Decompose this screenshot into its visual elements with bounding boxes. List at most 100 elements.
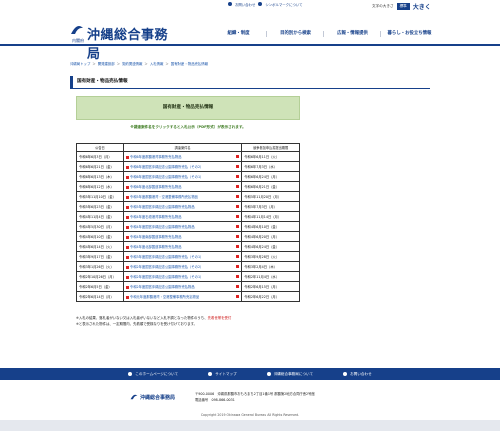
bullet-icon	[125, 255, 129, 259]
item-name-cell: 令和6年度国営沖縄記念公園事務所売払（その1）	[122, 171, 243, 182]
breadcrumb-top[interactable]: 沖縄局トップ	[70, 61, 90, 66]
font-large-button[interactable]: 大きく	[413, 2, 431, 11]
footer-link-label: このホームページについて	[135, 371, 179, 376]
deadline-date: 令和4年6月20日（月）	[241, 231, 300, 242]
item-name-link[interactable]: 令和6年度北部国道事務所売払物品	[130, 185, 182, 189]
pdf-icon	[236, 185, 240, 188]
table-row: 令和4年6月14日（火） 令和4年度北部国道事務所売払物品 令和4年6月24日（金）	[76, 241, 300, 252]
footer-link-inquiry[interactable]: お問い合わせ	[343, 372, 372, 377]
utility-links: お問い合わせ シンボルマークについて	[228, 2, 303, 7]
footer-address-block: 〒900-0006 沖縄県那覇市おもろまち2丁目1番1号 那覇第2地方合同庁舎2…	[195, 392, 315, 403]
item-name-link[interactable]: 令和3年度国営沖縄記念公園事務所売払（その1）	[130, 255, 203, 259]
footer-link-about-bureau[interactable]: 沖縄総合事務局について	[266, 372, 313, 377]
item-name-cell: 令和2年度国営沖縄記念公園事務所売払（その1）	[122, 271, 243, 282]
gnav-search-by-purpose[interactable]: 目的別から検索	[267, 29, 324, 39]
table-row: 令和3年9月17日（金） 令和3年度国営沖縄記念公園事務所売払（その1） 令和3年9…	[76, 251, 300, 262]
item-name-link[interactable]: 令和4年度石垣港湾事務所売払物品	[130, 215, 182, 219]
item-name-cell: 令和6年度那覇港湾事務所売払物品	[122, 151, 243, 162]
breadcrumb-dev[interactable]: 開発建設部	[98, 61, 115, 66]
gnav-public-relations[interactable]: 広報・情報提供	[324, 29, 381, 39]
table-row: 令和4年11月4日（金） 令和4年度石垣港湾事務所売払物品 令和4年11月14日（月…	[76, 211, 300, 222]
gnav-organization[interactable]: 組織・制度	[210, 29, 267, 39]
pdf-icon	[236, 155, 240, 158]
deadline-date: 令和6年6月24日（月）	[241, 171, 300, 182]
bullet-icon	[125, 165, 129, 169]
item-name-link[interactable]: 令和2年度国営沖縄記念公園事務所売払物品	[130, 285, 195, 289]
notice-date: 令和6年6月3日（月）	[76, 151, 124, 162]
font-standard-button[interactable]: 標準	[396, 3, 410, 10]
item-name-cell: 令和4年度国営沖縄記念公園事務所売払物品	[122, 221, 243, 232]
item-name-cell: 令和6年度国営沖縄記念公園事務所売払（その2）	[122, 161, 243, 172]
table-row: 令和6年6月13日（木） 令和6年度国営沖縄記念公園事務所売払（その1） 令和6年6…	[76, 171, 300, 182]
table-row: 令和3年1月26日（火） 令和2年度国営沖縄記念公園事務所売払（その2） 令和3年2…	[76, 261, 300, 272]
table-row: 令和2年6月5日（金） 令和2年度国営沖縄記念公園事務所売払物品 令和2年6月15日…	[76, 281, 300, 292]
footer-bottom-band	[0, 420, 500, 431]
notice-date: 令和4年5月30日（月）	[76, 221, 124, 232]
deadline-date: 令和6年6月11日（火）	[241, 151, 300, 162]
item-name-link[interactable]: 令和6年度国営沖縄記念公園事務所売払（その2）	[130, 165, 203, 169]
footer-link-label: お問い合わせ	[350, 371, 372, 376]
item-name-link[interactable]: 令和4年度国営沖縄記念公園事務所売払物品	[130, 225, 195, 229]
item-name-link[interactable]: 令和4年度南部国道事務所売払物品	[130, 235, 182, 239]
item-name-link[interactable]: 令和2年度国営沖縄記念公園事務所売払（その2）	[130, 265, 203, 269]
pdf-icon	[236, 245, 240, 248]
bullet-icon	[125, 225, 129, 229]
deadline-date: 令和6年7月3日（水）	[241, 161, 300, 172]
table-row: 令和6年6月21日（金） 令和6年度国営沖縄記念公園事務所売払（その2） 令和6年7…	[76, 161, 300, 172]
table-row: 令和5年6月23日（金） 令和5年度国営沖縄記念公園事務所売払物品 令和5年7月3日…	[76, 201, 300, 212]
symbol-icon	[258, 2, 263, 6]
table-row: 令和6年6月12日（水） 令和6年度北部国道事務所売払物品 令和6年6月21日（金）	[76, 181, 300, 192]
item-name-link[interactable]: 令和6年度国営沖縄記念公園事務所売払（その1）	[130, 175, 203, 179]
bullet-icon	[125, 265, 129, 269]
item-name-link[interactable]: 令和4年度北部国道事務所売払物品	[130, 245, 182, 249]
table-row: 令和4年5月30日（月） 令和4年度国営沖縄記念公園事務所売払物品 令和4年6月10…	[76, 221, 300, 232]
item-name-cell: 令和2年度国営沖縄記念公園事務所売払（その2）	[122, 261, 243, 272]
bullet-icon	[125, 245, 129, 249]
inquiry-link[interactable]: お問い合わせ	[235, 2, 255, 7]
pdf-icon	[236, 205, 240, 208]
item-name-cell: 令和4年度南部国道事務所売払物品	[122, 231, 243, 242]
table-header-row: 公告日 調達案件名 競争参加申込書提出期限	[76, 143, 300, 152]
notice-date: 令和4年6月10日（金）	[76, 231, 124, 242]
page-title: 国有財産・物品売払情報	[70, 76, 430, 89]
item-name-cell: 令和3年度国営沖縄記念公園事務所売払（その1）	[122, 251, 243, 262]
item-name-link[interactable]: 令和2年度国営沖縄記念公園事務所売払（その1）	[130, 275, 203, 279]
site-logo[interactable]: 内閣府 沖縄総合事務局	[70, 24, 180, 62]
item-name-link[interactable]: 令和元年度那覇港湾・空港整備事務所売払物品	[130, 295, 199, 299]
item-name-cell: 令和2年度国営沖縄記念公園事務所売払物品	[122, 281, 243, 292]
notice-date: 令和6年6月21日（金）	[76, 161, 124, 172]
notice-date: 令和6年6月12日（水）	[76, 181, 124, 192]
col-item-name: 調達案件名	[122, 143, 243, 152]
footer-logo: 沖縄総合事務局	[130, 393, 190, 405]
pdf-icon	[236, 215, 240, 218]
footnote: ※入札の結果、落札者がいない又は入札者がいないなど入札不調となった物件のうち、先…	[76, 315, 300, 327]
footer-org-name: 沖縄総合事務局	[140, 395, 176, 401]
item-name-link[interactable]: 令和6年度那覇港湾事務所売払物品	[130, 155, 182, 159]
col-notice-date: 公告日	[76, 143, 124, 152]
header-divider	[0, 44, 500, 46]
pdf-icon	[236, 235, 240, 238]
arrow-circle-icon	[128, 372, 133, 376]
breadcrumb-bid[interactable]: 入札情報	[150, 61, 164, 66]
pdf-note: ※調達案件名をクリックすると入札公示（PDF形式）が表示されます。	[130, 125, 246, 129]
footer-link-about-site[interactable]: このホームページについて	[128, 372, 178, 377]
pdf-icon	[236, 265, 240, 268]
arrow-circle-icon	[208, 372, 213, 376]
pdf-icon	[236, 285, 240, 288]
notice-date: 令和5年11月10日（金）	[76, 191, 124, 202]
item-name-link[interactable]: 令和5年度那覇港湾・空港整備事務所売払物品	[130, 195, 198, 199]
notice-date: 令和2年6月5日（金）	[76, 281, 124, 292]
footer-address: 〒900-0006 沖縄県那覇市おもろまち2丁目1番1号 那覇第2地方合同庁舎2…	[195, 392, 315, 396]
bullet-icon	[125, 195, 129, 199]
item-name-cell: 令和4年度石垣港湾事務所売払物品	[122, 211, 243, 222]
deadline-date: 令和2年6月15日（月）	[241, 281, 300, 292]
deadline-date: 令和5年11月20日（月）	[241, 191, 300, 202]
gnav-living-info[interactable]: 暮らし・お役立ち情報	[381, 29, 438, 39]
footer-link-sitemap[interactable]: サイトマップ	[208, 372, 237, 377]
breadcrumb-current[interactable]: 国有財産・物品売払情報	[171, 61, 208, 66]
breadcrumb-contract[interactable]: 契約関連情報	[122, 61, 142, 66]
font-size-switcher: 文字の大きさ 標準 大きく	[372, 2, 431, 11]
symbol-link[interactable]: シンボルマークについて	[265, 2, 302, 7]
item-name-link[interactable]: 令和5年度国営沖縄記念公園事務所売払物品	[130, 205, 195, 209]
notice-date: 令和4年6月14日（火）	[76, 241, 124, 252]
